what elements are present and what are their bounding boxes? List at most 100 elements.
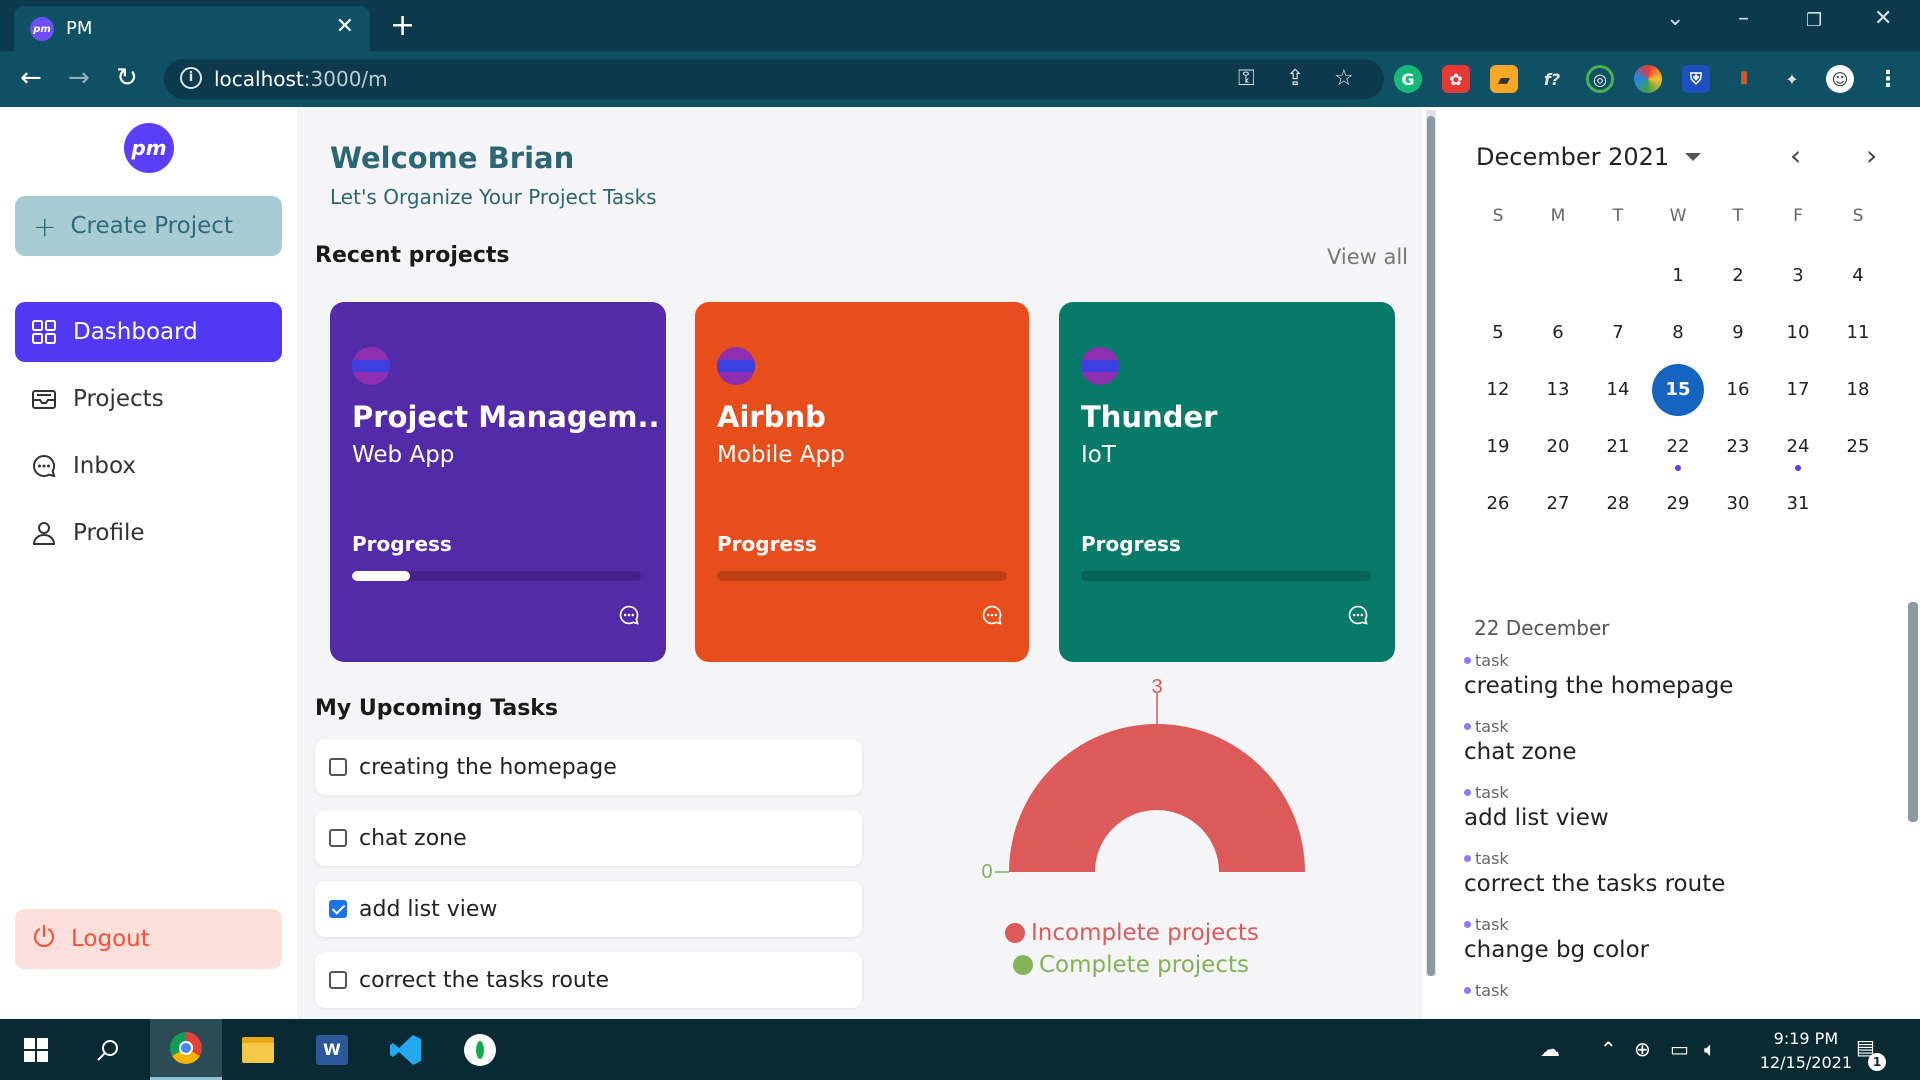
- comment-icon[interactable]: [1347, 604, 1369, 630]
- calendar-day[interactable]: 3: [1772, 250, 1824, 302]
- calendar-day[interactable]: 16: [1712, 364, 1764, 416]
- calendar-day[interactable]: 31: [1772, 478, 1824, 530]
- calendar-day[interactable]: 24: [1772, 421, 1824, 473]
- event-title[interactable]: add list view: [1464, 805, 1609, 831]
- calendar-day[interactable]: 18: [1832, 364, 1884, 416]
- task-checkbox[interactable]: [329, 971, 347, 989]
- sidebar-item-inbox[interactable]: Inbox: [15, 436, 282, 496]
- event-title[interactable]: correct the tasks route: [1464, 871, 1725, 897]
- calendar-day[interactable]: 28: [1592, 478, 1644, 530]
- network-globe-icon[interactable]: ⊕: [1634, 1037, 1651, 1061]
- search-icon[interactable]: [72, 1019, 144, 1080]
- logout-button[interactable]: Logout: [15, 909, 282, 969]
- tab-search-icon[interactable]: ⌄: [1666, 6, 1684, 31]
- legend-item-complete[interactable]: Complete projects: [1013, 952, 1249, 978]
- calendar-day[interactable]: 4: [1832, 250, 1884, 302]
- password-key-icon[interactable]: ⚿: [1238, 66, 1255, 91]
- grammarly-icon[interactable]: G: [1394, 65, 1422, 93]
- calendar-day[interactable]: 27: [1532, 478, 1584, 530]
- word-icon[interactable]: W: [296, 1019, 368, 1080]
- site-info-icon[interactable]: i: [180, 67, 202, 89]
- calendar-day[interactable]: 13: [1532, 364, 1584, 416]
- calendar-day[interactable]: 17: [1772, 364, 1824, 416]
- event-title[interactable]: chat zone: [1464, 739, 1577, 765]
- file-explorer-icon[interactable]: [222, 1019, 294, 1080]
- tray-expand-icon[interactable]: ⌃: [1600, 1037, 1617, 1061]
- event-title[interactable]: change bg color: [1464, 937, 1649, 963]
- calendar-day[interactable]: 12: [1472, 364, 1524, 416]
- calendar-day[interactable]: 30: [1712, 478, 1764, 530]
- calendar-day[interactable]: 2: [1712, 250, 1764, 302]
- onedrive-cloud-icon[interactable]: ☁: [1540, 1037, 1560, 1061]
- volume-icon[interactable]: 🔈︎: [1704, 1037, 1716, 1061]
- calendar-day[interactable]: 14: [1592, 364, 1644, 416]
- mongodb-compass-icon[interactable]: [444, 1019, 516, 1080]
- calendar-day[interactable]: 29: [1652, 478, 1704, 530]
- sidebar-item-profile[interactable]: Profile: [15, 503, 282, 563]
- extension-yellow-icon[interactable]: ▰: [1490, 65, 1518, 93]
- calendar-day[interactable]: 20: [1532, 421, 1584, 473]
- address-bar[interactable]: i localhost:3000/m ⚿ ⇪ ☆: [164, 59, 1384, 99]
- chrome-taskbar-icon[interactable]: [150, 1019, 222, 1080]
- task-checkbox[interactable]: [329, 900, 347, 918]
- extension-bars-icon[interactable]: ⫴: [1730, 65, 1758, 93]
- back-icon[interactable]: ←: [20, 63, 42, 93]
- calendar-day[interactable]: 5: [1472, 307, 1524, 359]
- project-card[interactable]: Project Managem.. Web App Progress: [330, 302, 666, 662]
- sidebar-item-projects[interactable]: Projects: [15, 369, 282, 429]
- calendar-day[interactable]: 8: [1652, 307, 1704, 359]
- calendar-day[interactable]: 7: [1592, 307, 1644, 359]
- vscode-icon[interactable]: [370, 1019, 442, 1080]
- window-close-icon[interactable]: ✕: [1874, 6, 1892, 31]
- calendar-day[interactable]: 15: [1652, 364, 1704, 416]
- scrollbar-thumb[interactable]: [1427, 116, 1435, 976]
- calendar-day[interactable]: 22: [1652, 421, 1704, 473]
- minimize-icon[interactable]: –: [1738, 6, 1749, 31]
- view-all-link[interactable]: View all: [1327, 245, 1408, 269]
- browser-menu-icon[interactable]: ⋮: [1874, 65, 1902, 93]
- calendar-day[interactable]: 10: [1772, 307, 1824, 359]
- bookmark-star-icon[interactable]: ☆: [1334, 66, 1354, 91]
- bitwarden-icon[interactable]: ⛨: [1682, 65, 1710, 93]
- calendar-day[interactable]: 26: [1472, 478, 1524, 530]
- calendar-day[interactable]: 6: [1532, 307, 1584, 359]
- project-card[interactable]: Thunder IoT Progress: [1059, 302, 1395, 662]
- calendar-day[interactable]: 9: [1712, 307, 1764, 359]
- task-checkbox[interactable]: [329, 758, 347, 776]
- calendar-day[interactable]: 19: [1472, 421, 1524, 473]
- extension-red-icon[interactable]: ✿: [1442, 65, 1470, 93]
- task-checkbox[interactable]: [329, 829, 347, 847]
- task-item[interactable]: add list view: [315, 881, 862, 937]
- sidebar-item-dashboard[interactable]: Dashboard: [15, 302, 282, 362]
- calendar-day[interactable]: 25: [1832, 421, 1884, 473]
- profile-avatar-icon[interactable]: ☺: [1826, 65, 1854, 93]
- chevron-right-icon[interactable]: ›: [1866, 139, 1877, 172]
- extensions-puzzle-icon[interactable]: ✦: [1778, 65, 1806, 93]
- tab-close-icon[interactable]: ✕: [336, 14, 354, 39]
- forward-icon[interactable]: →: [68, 63, 90, 93]
- donut-slice-0[interactable]: [1009, 724, 1305, 872]
- events-scrollbar[interactable]: [1908, 602, 1918, 822]
- battery-icon[interactable]: ▭: [1670, 1037, 1689, 1061]
- task-item[interactable]: creating the homepage: [315, 739, 862, 795]
- chevron-left-icon[interactable]: ‹: [1790, 139, 1801, 172]
- calendar-day[interactable]: 23: [1712, 421, 1764, 473]
- restore-icon[interactable]: ❐: [1806, 10, 1822, 31]
- event-title[interactable]: creating the homepage: [1464, 673, 1733, 699]
- comment-icon[interactable]: [981, 604, 1003, 630]
- windows-start-icon[interactable]: [0, 1019, 72, 1080]
- create-project-button[interactable]: + Create Project: [15, 196, 282, 256]
- extension-target-icon[interactable]: ◎: [1586, 65, 1614, 93]
- main-scrollbar[interactable]: [1426, 110, 1436, 976]
- legend-item-incomplete[interactable]: Incomplete projects: [1005, 920, 1259, 946]
- month-selector[interactable]: December 2021: [1476, 143, 1702, 171]
- project-card[interactable]: Airbnb Mobile App Progress: [695, 302, 1029, 662]
- comment-icon[interactable]: [618, 604, 640, 630]
- share-icon[interactable]: ⇪: [1286, 66, 1304, 91]
- extension-color-icon[interactable]: [1634, 65, 1662, 93]
- calendar-day[interactable]: 11: [1832, 307, 1884, 359]
- new-tab-icon[interactable]: +: [390, 8, 415, 43]
- browser-tab[interactable]: pm PM ✕: [14, 6, 370, 51]
- system-clock[interactable]: 9:19 PM 12/15/2021: [1760, 1027, 1852, 1075]
- calendar-day[interactable]: 21: [1592, 421, 1644, 473]
